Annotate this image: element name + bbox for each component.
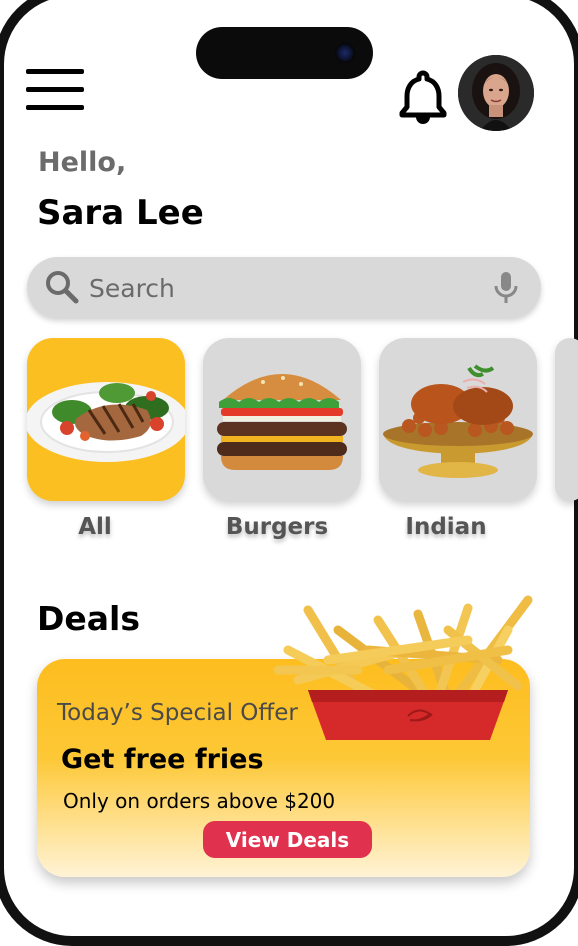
indian-dish [383,364,533,478]
bell-icon[interactable] [399,70,447,126]
category-card-burgers[interactable] [203,338,361,501]
search-icon[interactable] [45,270,79,304]
search-input[interactable] [87,267,471,309]
category-label-all: All [78,514,112,540]
dynamic-island [196,27,373,79]
hamburger-menu-icon[interactable] [26,68,84,112]
grilled-steak-plate [27,382,185,462]
user-avatar[interactable] [458,55,534,131]
search-bar[interactable] [27,257,541,318]
deals-heading: Deals [37,599,140,638]
greeting-text: Hello, [38,147,127,178]
offer-headline: Get free fries [61,744,264,775]
offer-description: Only on orders above $200 [63,789,336,813]
burger [217,374,347,470]
category-label-indian: Indian [405,514,487,540]
offer-subtitle: Today’s Special Offer [57,700,298,726]
camera-icon [335,43,355,63]
microphone-icon[interactable] [493,271,519,305]
user-name: Sara Lee [37,193,204,233]
category-label-burgers: Burgers [225,514,329,540]
view-deals-button[interactable]: View Deals [203,821,372,858]
category-card-partial[interactable] [555,338,578,501]
category-card-all[interactable] [27,338,185,501]
fries-image [268,590,538,750]
category-card-indian[interactable] [379,338,537,501]
